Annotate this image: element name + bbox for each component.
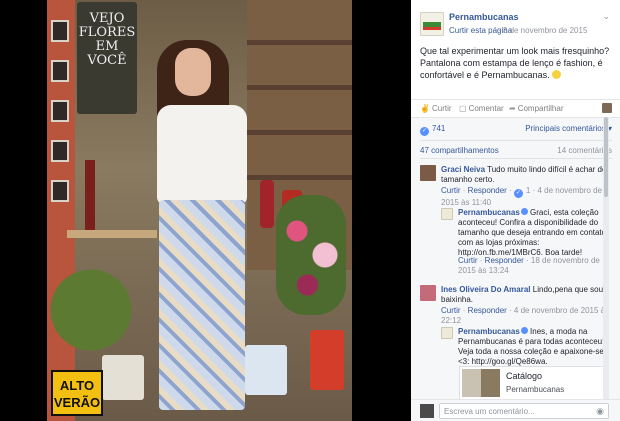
badge-line: VERÃO xyxy=(53,395,101,410)
model-face xyxy=(175,48,211,96)
comment-meta: Curtir · Responder · 4 de novembro de 20… xyxy=(441,306,610,325)
page-logo-avatar[interactable] xyxy=(420,12,444,36)
alto-verao-badge: ALTO VERÃO xyxy=(51,370,103,416)
comment-like-link[interactable]: Curtir xyxy=(441,186,461,195)
avatar[interactable] xyxy=(420,285,436,301)
comment-text: Graci Neiva Tudo muito lindo difícil é a… xyxy=(441,165,613,185)
post-date[interactable]: · 3 de novembro de 2015 xyxy=(498,26,587,35)
comment-like-link[interactable]: Curtir xyxy=(458,256,478,265)
post-text: Que tal experimentar um look mais fresqu… xyxy=(420,45,614,81)
reactions-count[interactable]: ✓ 741 xyxy=(420,124,445,136)
avatar[interactable] xyxy=(441,327,453,339)
comment-composer: Escreva um comentário... ◉ xyxy=(411,399,620,421)
share-button-label: Compartilhar xyxy=(517,104,564,113)
green-plants xyxy=(47,260,157,360)
comment-date[interactable]: 18 de novembro de 2015 às 13:24 xyxy=(458,256,600,275)
shelf-plank xyxy=(247,40,352,45)
comment-filter-dropdown[interactable]: Principais comentários ▾ xyxy=(525,124,612,133)
avatar[interactable] xyxy=(441,208,453,220)
comment-input-placeholder: Escreva um comentário... xyxy=(444,407,535,416)
logo-stripe xyxy=(423,27,441,30)
verified-badge-icon xyxy=(520,208,528,215)
page-name-link[interactable]: Pernambucanas xyxy=(449,12,519,22)
photo-viewer: VEJO FLORES EM VOCÊ ALTO VERÃO Pernambuc… xyxy=(0,0,620,421)
chalkboard-line: EM xyxy=(95,39,119,54)
comment-author[interactable]: Pernambucanas xyxy=(458,327,520,336)
window xyxy=(51,20,69,42)
share-button[interactable]: ➦ Compartilhar xyxy=(509,104,564,113)
shelf-plank xyxy=(247,130,352,135)
window xyxy=(51,180,69,202)
chevron-down-icon[interactable]: ⌄ xyxy=(602,11,610,22)
flower-bucket xyxy=(245,345,287,395)
like-reaction-icon: ✓ xyxy=(420,127,429,136)
comment-reply-link[interactable]: Responder xyxy=(468,186,507,195)
post-photo[interactable]: VEJO FLORES EM VOCÊ ALTO VERÃO xyxy=(47,0,352,421)
camera-icon[interactable]: ◉ xyxy=(596,406,604,417)
chalkboard-sign: VEJO FLORES EM VOCÊ xyxy=(77,2,137,114)
shares-link[interactable]: 47 compartilhamentos xyxy=(420,146,499,155)
comment-button[interactable]: ▢ Comentar xyxy=(459,104,504,113)
post-date-text: 3 de novembro de 2015 xyxy=(502,26,588,35)
chalkboard-line: VOCÊ xyxy=(87,53,127,68)
model-printed-pants xyxy=(159,200,245,410)
like-reaction-icon: ✓ xyxy=(513,189,523,198)
comment-filter-label: Principais comentários xyxy=(525,124,606,133)
avatar[interactable] xyxy=(420,165,436,181)
comments-scrollbar[interactable] xyxy=(603,117,609,399)
wood-table xyxy=(67,230,157,238)
post-actions: ✌ Curtir ▢ Comentar ➦ Compartilhar xyxy=(411,99,620,117)
flower-bucket xyxy=(102,355,144,400)
comment-likes[interactable]: 1 xyxy=(526,186,530,195)
comment-like-link[interactable]: Curtir xyxy=(441,306,461,315)
chalkboard-line: FLORES xyxy=(78,25,136,40)
catalog-source: Pernambucanas xyxy=(506,385,565,394)
comment-author[interactable]: Pernambucanas xyxy=(458,208,520,217)
red-vase xyxy=(85,160,95,230)
comment-date[interactable]: 4 de novembro de 2015 às 22:12 xyxy=(441,306,609,325)
comment-reply-link[interactable]: Responder xyxy=(468,306,507,315)
post-text-body: Que tal experimentar um look mais fresqu… xyxy=(420,46,610,80)
comment-reply-link[interactable]: Responder xyxy=(485,256,524,265)
comment-text: Pernambucanas Ines, a moda na Pernambuca… xyxy=(458,327,613,367)
like-button[interactable]: ✌ Curtir xyxy=(420,104,452,113)
verified-badge-icon xyxy=(520,327,528,334)
window xyxy=(51,60,69,82)
comment-icon: ▢ xyxy=(459,104,467,113)
model-white-top xyxy=(157,105,247,205)
window xyxy=(51,100,69,122)
pink-flowers xyxy=(276,195,346,315)
comment-meta: Curtir · Responder · 18 de novembro de 2… xyxy=(458,256,600,275)
shelf-plank xyxy=(247,85,352,90)
catalog-title: Catálogo xyxy=(506,371,543,381)
reactions-number: 741 xyxy=(432,124,446,133)
comment-text: Ines Oliveira Do Amaral Lindo,pena que s… xyxy=(441,285,613,305)
scrollbar-thumb[interactable] xyxy=(604,117,608,197)
like-button-label: Curtir xyxy=(431,104,452,113)
catalog-thumbnail xyxy=(462,369,500,397)
post-side-panel: Pernambucanas ⌄ Curtir esta página · 3 d… xyxy=(411,0,620,421)
comments-section: ✓ 741 Principais comentários ▾ 47 compart… xyxy=(411,117,620,399)
comment-author[interactable]: Ines Oliveira Do Amaral xyxy=(441,285,531,294)
smile-emoji-icon xyxy=(552,70,562,79)
window xyxy=(51,140,69,162)
comment-button-label: Comentar xyxy=(468,104,504,113)
red-bucket xyxy=(310,330,344,390)
comment-input[interactable]: Escreva um comentário... ◉ xyxy=(439,403,609,419)
thumbs-up-icon: ✌ xyxy=(420,104,430,113)
avatar xyxy=(420,404,434,418)
link-preview-card[interactable]: Catálogo Pernambucanas xyxy=(459,366,609,399)
chalkboard-line: VEJO xyxy=(89,11,125,26)
post-header: Pernambucanas ⌄ Curtir esta página · 3 d… xyxy=(411,0,620,100)
badge-line: ALTO xyxy=(59,378,95,393)
comment-meta: Curtir · Responder · ✓ 1 · 4 de novembro … xyxy=(441,186,602,207)
divider xyxy=(420,158,612,159)
comment-author[interactable]: Graci Neiva xyxy=(441,165,485,174)
red-vase xyxy=(260,180,274,228)
divider xyxy=(420,140,612,141)
comment-text: Pernambucanas Graci, esta coleção aconte… xyxy=(458,208,613,258)
share-icon: ➦ xyxy=(509,104,516,113)
actor-avatar[interactable] xyxy=(602,103,612,113)
